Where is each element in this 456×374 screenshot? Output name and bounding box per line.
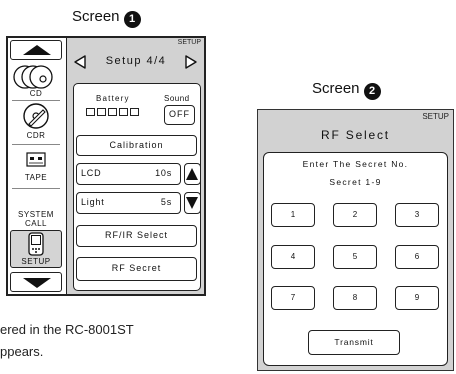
manual-text-line1: ered in the RC-8001ST bbox=[0, 322, 134, 337]
page-title: Setup 4/4 bbox=[105, 55, 167, 67]
secret-key-9[interactable]: 9 bbox=[395, 286, 439, 310]
arrow-up-icon bbox=[186, 168, 198, 180]
lcd-field[interactable]: LCD 10s bbox=[76, 163, 181, 185]
screen2-caption-text: Screen bbox=[312, 80, 360, 97]
battery-meter bbox=[86, 108, 139, 116]
divider bbox=[12, 144, 60, 145]
secret-prompt: Enter The Secret No. bbox=[302, 159, 409, 169]
secret-key-8[interactable]: 8 bbox=[333, 286, 377, 310]
scroll-up-button[interactable] bbox=[10, 40, 62, 60]
secret-key-5[interactable]: 5 bbox=[333, 245, 377, 269]
battery-cell bbox=[86, 108, 95, 116]
source-setup-label: SETUP bbox=[21, 257, 51, 266]
manual-text-line2: ppears. bbox=[0, 344, 44, 359]
source-cd-button[interactable]: CD bbox=[10, 64, 62, 98]
battery-cell bbox=[130, 108, 139, 116]
light-value: 5s bbox=[160, 197, 172, 207]
triangle-up-icon bbox=[23, 45, 51, 55]
secret-panel: Enter The Secret No. Secret 1-9 1 2 3 4 … bbox=[263, 152, 448, 366]
light-field[interactable]: Light 5s bbox=[76, 192, 181, 214]
secret-key-7[interactable]: 7 bbox=[271, 286, 315, 310]
source-cd-label: CD bbox=[29, 89, 43, 98]
decrease-button[interactable] bbox=[184, 192, 201, 214]
source-cdr-label: CDR bbox=[26, 131, 46, 140]
divider bbox=[12, 188, 60, 189]
screen1-caption: Screen 1 bbox=[72, 8, 141, 28]
setup-panel: SETUP Setup 4/4 Battery Sound OFF Calibr… bbox=[66, 38, 204, 294]
divider bbox=[12, 100, 60, 101]
secret-range: Secret 1-9 bbox=[329, 177, 382, 187]
screen2-caption: Screen 2 bbox=[312, 80, 381, 100]
secret-key-2[interactable]: 2 bbox=[333, 203, 377, 227]
cassette-icon bbox=[26, 152, 46, 167]
secret-key-3[interactable]: 3 bbox=[395, 203, 439, 227]
arrow-down-icon bbox=[186, 197, 198, 209]
cdr-disc-icon bbox=[23, 103, 49, 129]
rf-secret-label: RF Secret bbox=[111, 263, 162, 273]
increase-button[interactable] bbox=[184, 163, 201, 185]
source-tape-button[interactable]: TAPE bbox=[10, 148, 62, 182]
sound-label: Sound bbox=[164, 94, 190, 103]
source-cdr-button[interactable]: CDR bbox=[10, 102, 62, 140]
page-prev-icon[interactable] bbox=[73, 54, 87, 70]
screen1-caption-text: Screen bbox=[72, 8, 120, 25]
battery-cell bbox=[119, 108, 128, 116]
source-system-call-button[interactable]: SYSTEM CALL bbox=[10, 206, 62, 228]
transmit-button[interactable]: Transmit bbox=[308, 330, 400, 355]
rf-secret-button[interactable]: RF Secret bbox=[76, 257, 197, 281]
source-setup-button[interactable]: SETUP bbox=[10, 230, 62, 268]
rf-ir-select-label: RF/IR Select bbox=[104, 230, 168, 240]
screen2-device: SETUP RF Select Enter The Secret No. Sec… bbox=[257, 109, 454, 371]
page-next-icon[interactable] bbox=[184, 54, 198, 70]
rf-select-title: RF Select bbox=[321, 128, 390, 142]
lcd-value: 10s bbox=[155, 168, 172, 178]
screen1-caption-number: 1 bbox=[123, 11, 141, 28]
source-system-call-label: SYSTEM CALL bbox=[18, 210, 54, 228]
setup-inner-panel: Battery Sound OFF Calibration LCD 10s Li… bbox=[73, 83, 201, 291]
setup-tag: SETUP bbox=[422, 112, 449, 121]
calibration-button[interactable]: Calibration bbox=[76, 135, 197, 156]
screen1-device: CD CDR TAPE SYSTEM CALL SETUP SETUP Setu… bbox=[6, 36, 206, 296]
secret-key-4[interactable]: 4 bbox=[271, 245, 315, 269]
battery-label: Battery bbox=[96, 94, 130, 103]
light-label: Light bbox=[81, 197, 105, 207]
source-column: CD CDR TAPE SYSTEM CALL SETUP bbox=[8, 38, 66, 294]
battery-cell bbox=[97, 108, 106, 116]
rf-ir-select-button[interactable]: RF/IR Select bbox=[76, 225, 197, 247]
secret-key-6[interactable]: 6 bbox=[395, 245, 439, 269]
triangle-down-icon bbox=[23, 278, 51, 288]
setup-tag: SETUP bbox=[177, 39, 201, 46]
screen2-caption-number: 2 bbox=[363, 83, 381, 100]
source-tape-label: TAPE bbox=[24, 173, 48, 182]
scroll-down-button[interactable] bbox=[10, 272, 62, 292]
cd-stack-icon bbox=[13, 65, 53, 89]
calibration-label: Calibration bbox=[109, 140, 164, 150]
secret-key-1[interactable]: 1 bbox=[271, 203, 315, 227]
battery-cell bbox=[108, 108, 117, 116]
sound-off-label: OFF bbox=[169, 109, 190, 119]
remote-icon bbox=[28, 232, 44, 256]
sound-off-button[interactable]: OFF bbox=[164, 105, 195, 125]
lcd-label: LCD bbox=[81, 168, 102, 178]
